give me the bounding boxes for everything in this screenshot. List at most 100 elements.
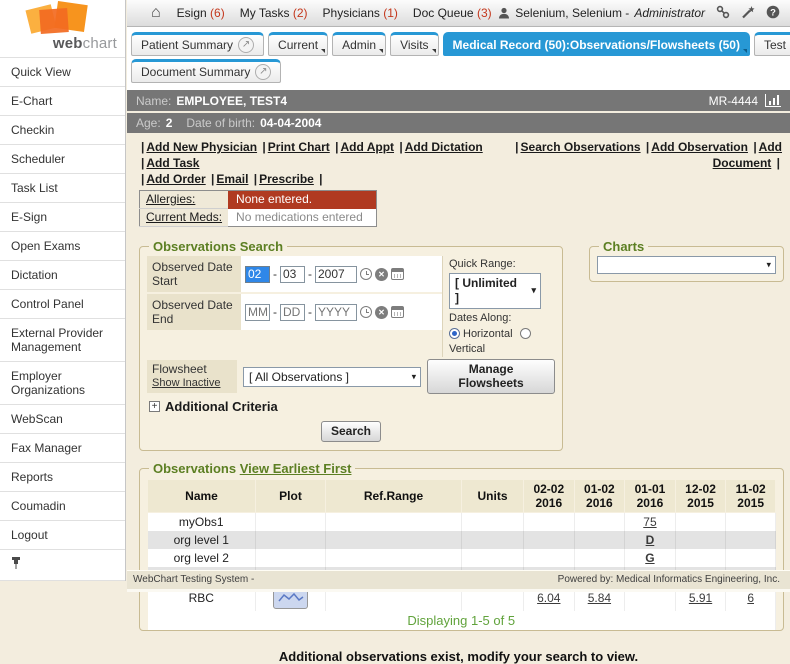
show-inactive-link[interactable]: Show Inactive — [152, 377, 220, 389]
link-add-appt[interactable]: Add Appt — [340, 140, 394, 154]
col-plot: Plot — [256, 480, 326, 513]
start-time-icon[interactable] — [360, 268, 372, 280]
nav-my-tasks[interactable]: My Tasks (2) — [240, 6, 308, 20]
nav-esign[interactable]: Esign (6) — [177, 6, 225, 20]
obs-value-link[interactable]: 75 — [643, 515, 656, 529]
expand-additional-criteria-icon[interactable]: + — [149, 401, 160, 412]
sidebar-item-fax-manager[interactable]: Fax Manager — [0, 434, 125, 463]
nav-doc-queue[interactable]: Doc Queue (3) — [413, 6, 492, 20]
link-add-task[interactable]: Add Task — [146, 156, 199, 170]
start-month-input[interactable] — [245, 266, 270, 283]
view-earliest-first-link[interactable]: View Earliest First — [240, 461, 352, 476]
tab-patient-summary[interactable]: Patient Summary ↗ — [131, 32, 264, 56]
tab-document-summary[interactable]: Document Summary ↗ — [131, 59, 281, 83]
quick-links-line2: |Add Order |Email |Prescribe | — [139, 171, 489, 187]
obs-value-link[interactable]: 5.91 — [689, 591, 712, 605]
obs-value-link[interactable]: G — [645, 551, 654, 565]
end-time-icon[interactable] — [360, 306, 372, 318]
link-prescribe[interactable]: Prescribe — [259, 172, 314, 186]
start-year-input[interactable] — [315, 266, 357, 283]
quick-range-select[interactable]: [ Unlimited ] ▾ — [449, 273, 541, 309]
popout-icon[interactable]: ↗ — [238, 37, 254, 53]
sidebar: webchart Quick View E-Chart Checkin Sche… — [0, 0, 126, 581]
observations-search-title: Observations Search — [149, 239, 287, 254]
col-units: Units — [462, 480, 524, 513]
charts-panel: Charts ▾ — [589, 239, 784, 282]
end-clear-icon[interactable]: ✕ — [375, 306, 388, 319]
tab-admin[interactable]: Admin — [332, 32, 386, 56]
medical-record-number: MR-4444 — [709, 94, 758, 108]
logo-wordmark: webchart — [53, 35, 117, 52]
physicians-count-badge: (1) — [383, 6, 398, 20]
tab-visits[interactable]: Visits — [390, 32, 438, 56]
link-add-new-physician[interactable]: Add New Physician — [146, 140, 257, 154]
obs-value-link[interactable]: D — [646, 533, 655, 547]
tab-dropdown-caret-icon — [321, 49, 325, 53]
sidebar-pin-toggle[interactable] — [0, 550, 125, 581]
popout-icon[interactable]: ↗ — [255, 64, 271, 80]
obs-value-link[interactable]: 6.04 — [537, 591, 560, 605]
tab-dropdown-caret-icon — [432, 49, 436, 53]
obs-value-link[interactable]: 5.84 — [588, 591, 611, 605]
wand-icon[interactable] — [741, 5, 755, 22]
help-icon[interactable]: ? — [766, 5, 780, 22]
current-meds-link[interactable]: Current Meds: — [146, 210, 222, 224]
footer-system-name: WebChart Testing System - — [133, 574, 254, 585]
manage-flowsheets-button[interactable]: Manage Flowsheets — [427, 359, 555, 394]
link-add-order[interactable]: Add Order — [146, 172, 205, 186]
obs-value-link[interactable]: 6 — [747, 591, 754, 605]
chart-graph-icon[interactable] — [765, 94, 781, 107]
nav-physicians[interactable]: Physicians (1) — [323, 6, 398, 20]
sidebar-item-employer-organizations[interactable]: Employer Organizations — [0, 362, 125, 405]
sidebar-item-external-provider-management[interactable]: External Provider Management — [0, 319, 125, 362]
search-button[interactable]: Search — [321, 421, 381, 442]
charts-select[interactable]: ▾ — [597, 256, 776, 274]
sidebar-item-e-chart[interactable]: E-Chart — [0, 87, 125, 116]
allergies-value: None entered. — [228, 191, 376, 209]
additional-criteria-label: Additional Criteria — [165, 399, 278, 414]
tab-current[interactable]: Current — [268, 32, 328, 56]
link-add-dictation[interactable]: Add Dictation — [405, 140, 483, 154]
end-day-input[interactable] — [280, 304, 305, 321]
end-month-input[interactable] — [245, 304, 270, 321]
sidebar-item-logout[interactable]: Logout — [0, 521, 125, 550]
flowsheet-select[interactable]: [ All Observations ] ▾ — [243, 367, 421, 387]
link-email[interactable]: Email — [216, 172, 248, 186]
end-year-input[interactable] — [315, 304, 357, 321]
sidebar-item-webscan[interactable]: WebScan — [0, 405, 125, 434]
quick-links: |Add New Physician |Print Chart |Add App… — [127, 133, 790, 187]
sidebar-item-quick-view[interactable]: Quick View — [0, 58, 125, 87]
horizontal-radio[interactable] — [449, 328, 460, 339]
start-day-input[interactable] — [280, 266, 305, 283]
sidebar-item-task-list[interactable]: Task List — [0, 174, 125, 203]
link-add-observation[interactable]: Add Observation — [651, 140, 748, 154]
sidebar-item-dictation[interactable]: Dictation — [0, 261, 125, 290]
sidebar-item-scheduler[interactable]: Scheduler — [0, 145, 125, 174]
quick-links-icon[interactable] — [716, 5, 730, 22]
sidebar-item-open-exams[interactable]: Open Exams — [0, 232, 125, 261]
sidebar-item-checkin[interactable]: Checkin — [0, 116, 125, 145]
sidebar-item-control-panel[interactable]: Control Panel — [0, 290, 125, 319]
tab-medical-record-observations[interactable]: Medical Record (50):Observations/Flowshe… — [443, 32, 750, 56]
patient-age: 2 — [166, 116, 173, 130]
start-clear-icon[interactable]: ✕ — [375, 268, 388, 281]
col-ref-range: Ref.Range — [326, 480, 462, 513]
observed-date-end-label: Observed Date End — [147, 294, 241, 330]
home-icon[interactable]: ⌂ — [151, 6, 161, 20]
link-print-chart[interactable]: Print Chart — [268, 140, 330, 154]
table-row-org-level-2: org level 2 G — [148, 549, 776, 567]
vertical-radio[interactable] — [520, 328, 531, 339]
tab-test-results[interactable]: Test Results — [754, 32, 790, 56]
sidebar-item-reports[interactable]: Reports — [0, 463, 125, 492]
end-calendar-icon[interactable] — [391, 306, 404, 318]
allergies-meds-box: Allergies: None entered. Current Meds: N… — [139, 190, 377, 227]
allergies-link[interactable]: Allergies: — [146, 192, 195, 206]
svg-text:?: ? — [770, 7, 776, 18]
observations-header-row: Name Plot Ref.Range Units 02-022016 01-0… — [148, 480, 776, 513]
sidebar-item-e-sign[interactable]: E-Sign — [0, 203, 125, 232]
top-toolbar: ⌂ Esign (6) My Tasks (2) Physicians (1) … — [127, 0, 790, 27]
start-calendar-icon[interactable] — [391, 268, 404, 280]
sidebar-item-coumadin[interactable]: Coumadin — [0, 492, 125, 521]
table-row-myobs1: myObs1 75 — [148, 513, 776, 532]
link-search-observations[interactable]: Search Observations — [521, 140, 641, 154]
